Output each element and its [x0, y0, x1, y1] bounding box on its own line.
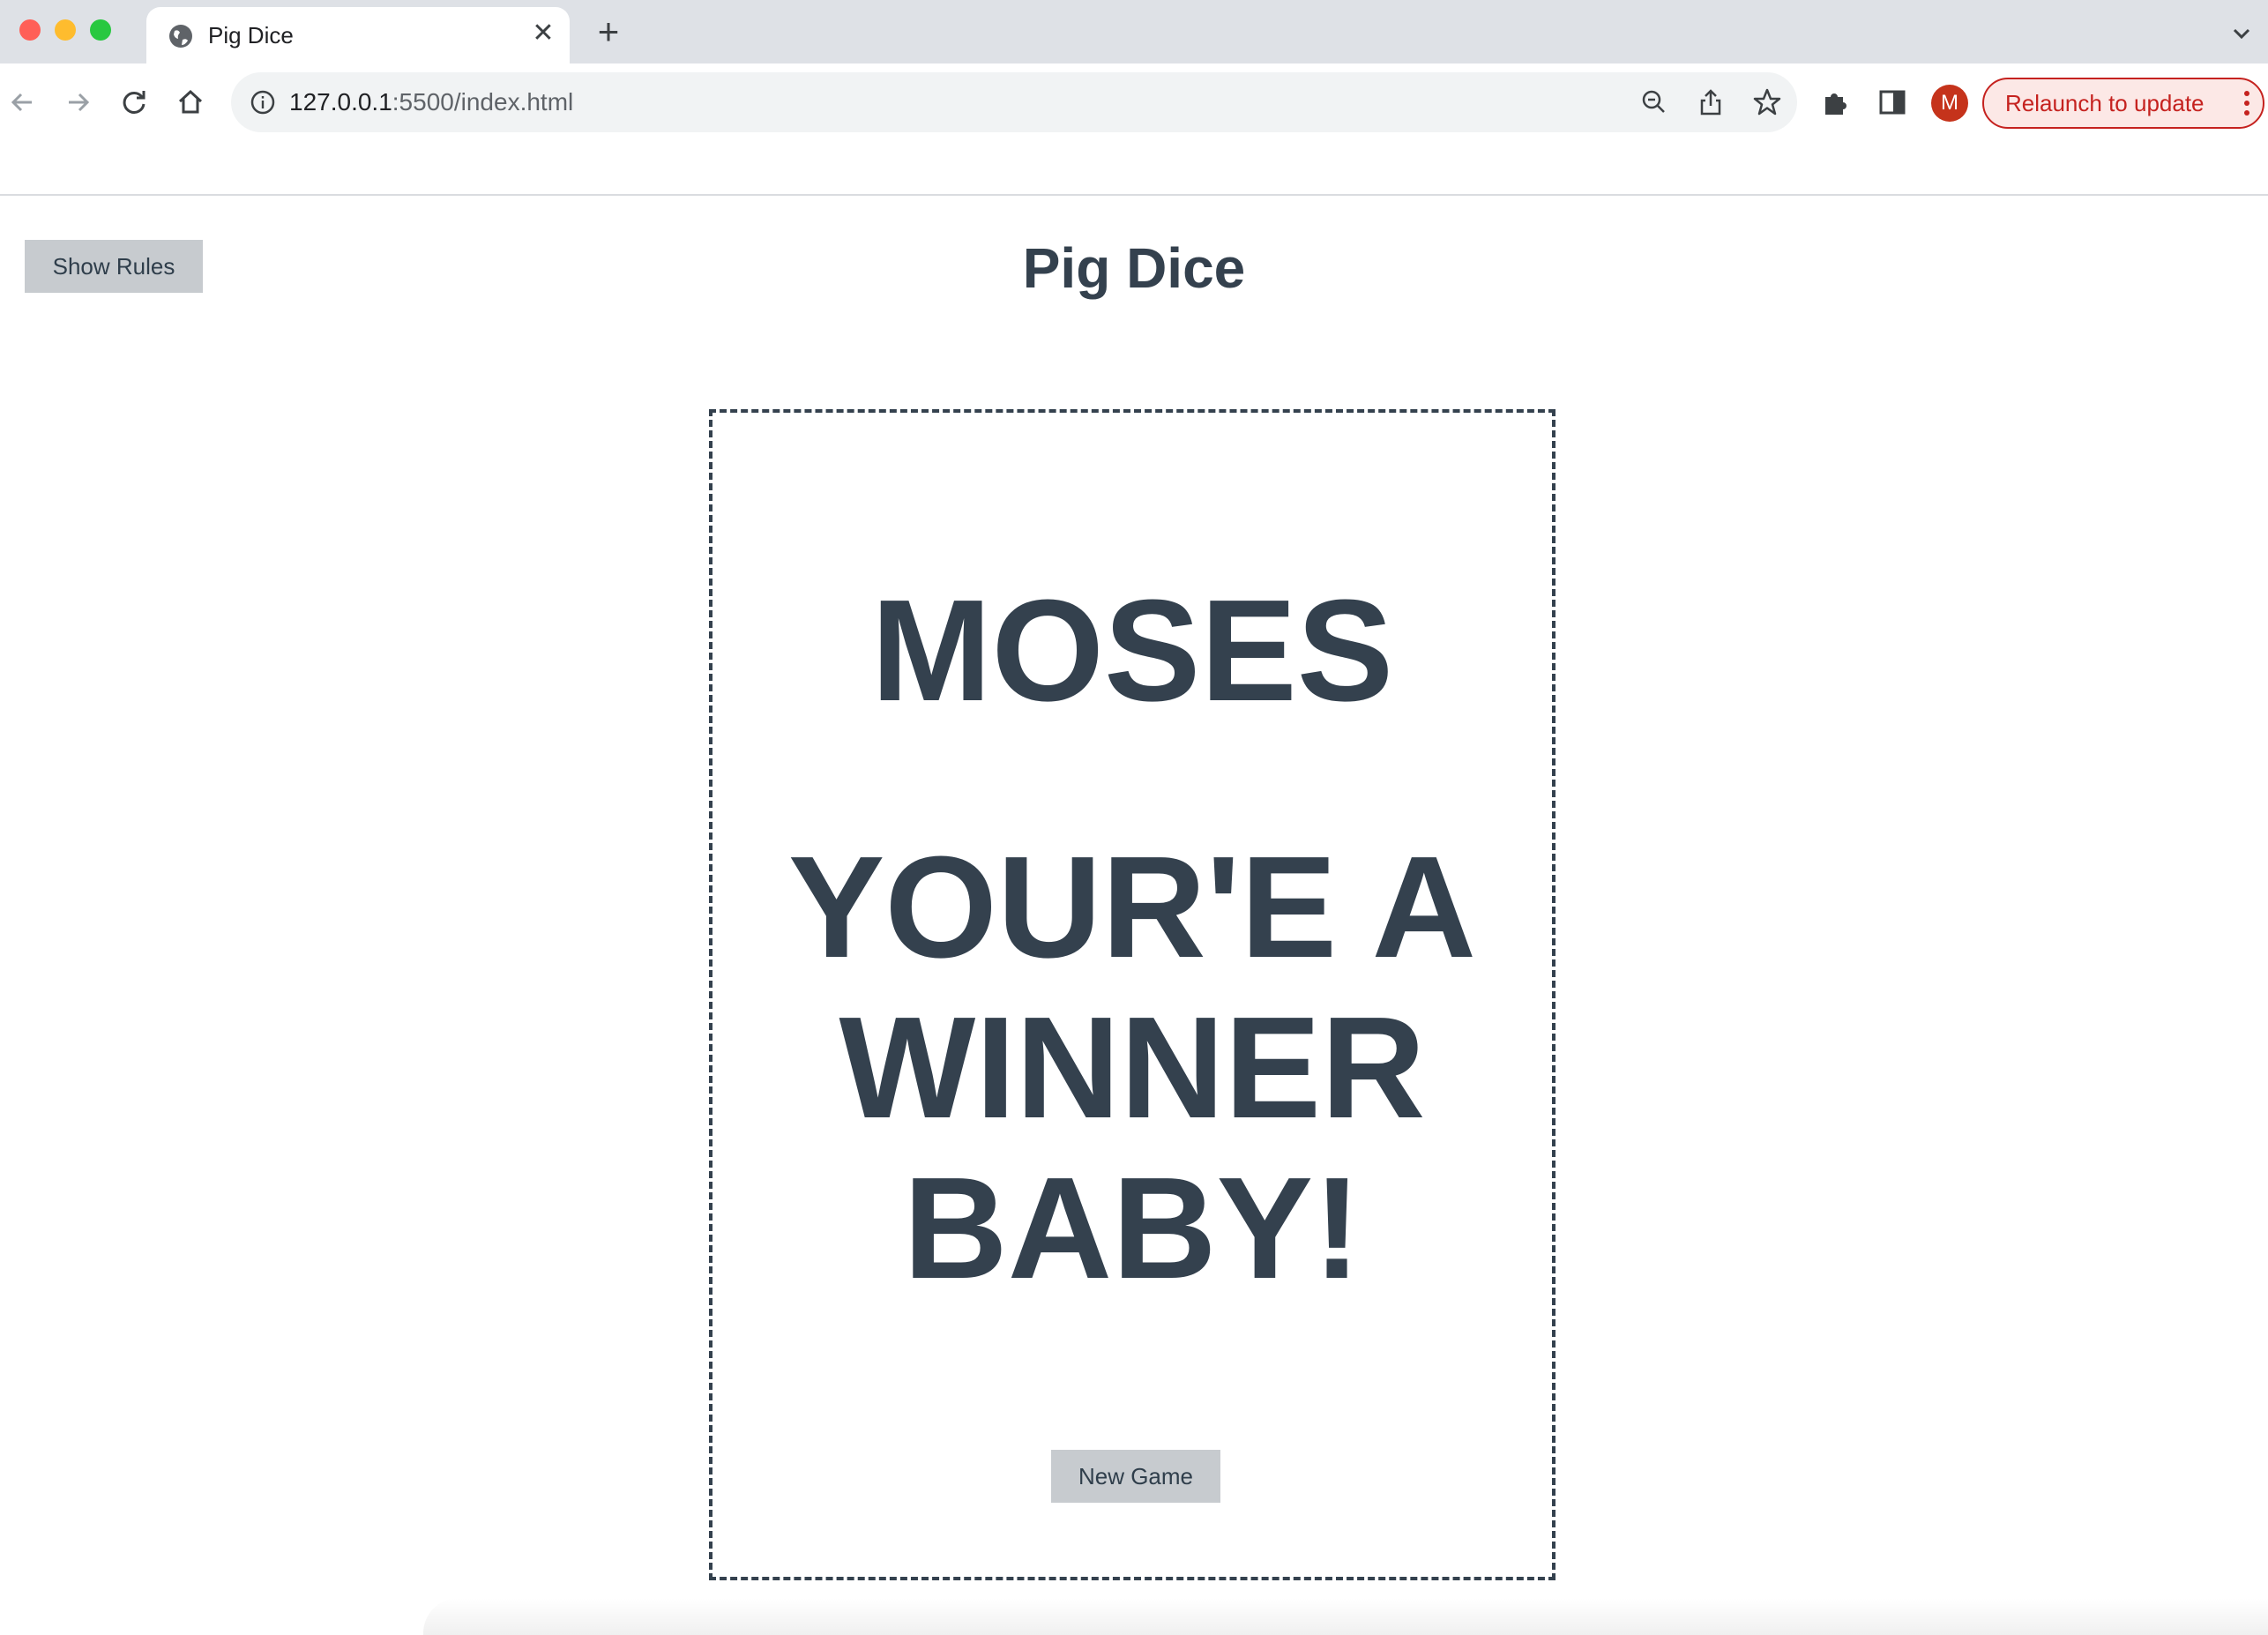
winner-message: YOUR'E A WINNER BABY!: [787, 826, 1477, 1309]
tab-strip: Pig Dice ✕ +: [0, 0, 2268, 63]
address-bar[interactable]: 127.0.0.1:5500/index.html: [231, 72, 1797, 132]
bookmark-star-icon[interactable]: [1751, 86, 1783, 118]
extensions-icon[interactable]: [1820, 86, 1852, 118]
page-content: Show Rules Pig Dice MOSES YOUR'E A WINNE…: [0, 196, 2268, 1635]
forward-button[interactable]: [58, 83, 97, 122]
tab-pig-dice[interactable]: Pig Dice ✕: [146, 7, 570, 63]
game-card: MOSES YOUR'E A WINNER BABY! New Game: [709, 409, 1556, 1580]
side-panel-icon[interactable]: [1876, 86, 1908, 118]
toolbar: 127.0.0.1:5500/index.html M Relaunch to …: [0, 63, 2268, 196]
globe-icon: [169, 25, 192, 48]
maximize-window-button[interactable]: [90, 19, 111, 41]
more-vert-icon[interactable]: [2243, 90, 2250, 116]
browser-chrome: Pig Dice ✕ + 127.0.0.1:5500/index.html M…: [0, 0, 2268, 196]
zoom-out-icon[interactable]: [1638, 86, 1670, 118]
home-icon: [178, 89, 203, 114]
winner-name: MOSES: [870, 570, 1394, 731]
relaunch-label: Relaunch to update: [2005, 90, 2205, 116]
minimize-window-button[interactable]: [55, 19, 76, 41]
back-button[interactable]: [4, 83, 42, 122]
relaunch-button[interactable]: Relaunch to update: [1982, 78, 2264, 129]
tab-title: Pig Dice: [208, 22, 294, 49]
avatar[interactable]: M: [1931, 85, 1968, 122]
forward-icon: [69, 93, 90, 112]
info-icon[interactable]: [249, 88, 277, 116]
new-game-button[interactable]: New Game: [1051, 1450, 1220, 1503]
bottom-shadow: [423, 1598, 2268, 1635]
close-window-button[interactable]: [19, 19, 41, 41]
url-text[interactable]: 127.0.0.1:5500/index.html: [289, 86, 573, 118]
new-tab-button[interactable]: +: [591, 13, 626, 50]
close-icon[interactable]: ✕: [529, 19, 557, 48]
share-icon[interactable]: [1695, 86, 1727, 118]
reload-icon: [123, 91, 145, 114]
tab-search-icon[interactable]: [2227, 19, 2256, 48]
page-title: Pig Dice: [1022, 236, 1246, 300]
home-button[interactable]: [171, 83, 210, 122]
back-icon: [11, 93, 32, 112]
reload-button[interactable]: [115, 83, 153, 122]
